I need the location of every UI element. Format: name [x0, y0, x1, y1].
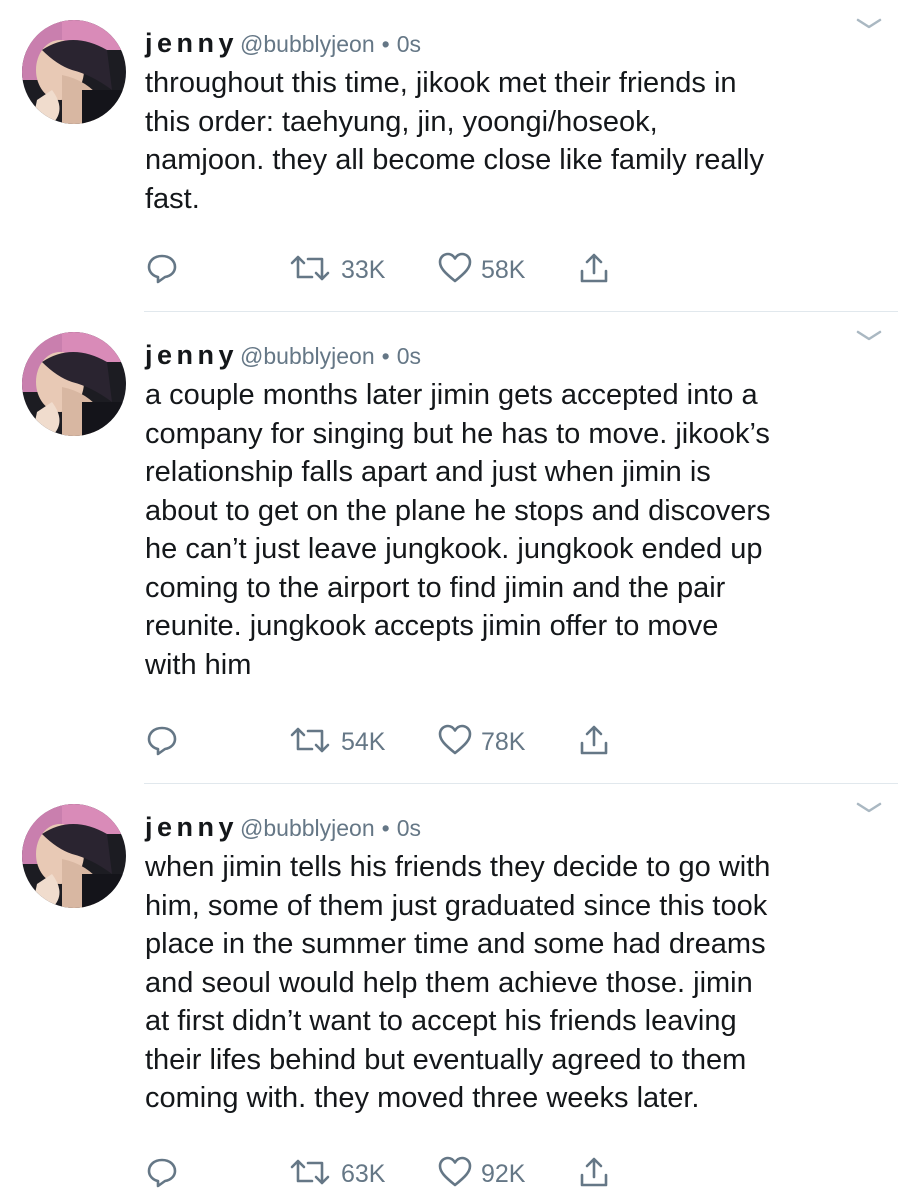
tweet-header: jenny @bubblyjeon • 0s [145, 812, 421, 846]
retweet-button[interactable]: 63K [287, 1154, 385, 1194]
tweet-text: throughout this time, jikook met their f… [145, 67, 764, 215]
like-button[interactable]: 58K [437, 250, 525, 290]
reply-icon [145, 1155, 179, 1194]
reply-icon [145, 723, 179, 762]
retweet-icon [287, 1155, 333, 1194]
share-icon [577, 251, 611, 290]
avatar[interactable] [22, 20, 126, 124]
like-count: 58K [481, 255, 526, 284]
retweet-icon [287, 251, 333, 290]
share-icon [577, 1155, 611, 1194]
share-button[interactable] [577, 1154, 611, 1194]
separator-dot: • [381, 815, 390, 841]
tweet[interactable]: jenny @bubblyjeon • 0s throughout this t… [0, 0, 898, 312]
timestamp[interactable]: 0s [397, 815, 421, 842]
like-count: 92K [481, 1159, 526, 1188]
like-button[interactable]: 92K [437, 1154, 525, 1194]
caret-down-icon[interactable] [852, 326, 886, 346]
reply-button[interactable] [145, 722, 179, 762]
share-button[interactable] [577, 722, 611, 762]
user-handle[interactable]: @bubblyjeon [240, 31, 375, 58]
avatar[interactable] [22, 332, 126, 436]
display-name[interactable]: jenny [145, 340, 238, 371]
separator-dot: • [381, 31, 390, 57]
tweet-header: jenny @bubblyjeon • 0s [145, 340, 421, 374]
tweet-actions: 54K 78K [145, 722, 645, 762]
share-button[interactable] [577, 250, 611, 290]
timestamp[interactable]: 0s [397, 343, 421, 370]
tweet-actions: 33K 58K [145, 250, 645, 290]
tweet[interactable]: jenny @bubblyjeon • 0s a couple months l… [0, 312, 898, 784]
retweet-count: 33K [341, 255, 386, 284]
separator-dot: • [381, 343, 390, 369]
tweet-actions: 63K 92K [145, 1154, 645, 1194]
retweet-button[interactable]: 54K [287, 722, 385, 762]
retweet-icon [287, 723, 333, 762]
display-name[interactable]: jenny [145, 28, 238, 59]
like-icon [437, 723, 473, 762]
retweet-count: 63K [341, 1159, 386, 1188]
timestamp[interactable]: 0s [397, 31, 421, 58]
reply-button[interactable] [145, 250, 179, 290]
tweet[interactable]: jenny @bubblyjeon • 0s when jimin tells … [0, 784, 898, 1200]
retweet-button[interactable]: 33K [287, 250, 385, 290]
user-handle[interactable]: @bubblyjeon [240, 815, 375, 842]
tweet-text: a couple months later jimin gets accepte… [145, 379, 771, 681]
caret-down-icon[interactable] [852, 798, 886, 818]
display-name[interactable]: jenny [145, 812, 238, 843]
like-count: 78K [481, 727, 526, 756]
like-icon [437, 251, 473, 290]
reply-icon [145, 251, 179, 290]
user-handle[interactable]: @bubblyjeon [240, 343, 375, 370]
avatar[interactable] [22, 804, 126, 908]
like-icon [437, 1155, 473, 1194]
share-icon [577, 723, 611, 762]
reply-button[interactable] [145, 1154, 179, 1194]
like-button[interactable]: 78K [437, 722, 525, 762]
caret-down-icon[interactable] [852, 14, 886, 34]
tweet-text: when jimin tells his friends they decide… [145, 851, 771, 1114]
retweet-count: 54K [341, 727, 386, 756]
tweet-header: jenny @bubblyjeon • 0s [145, 28, 421, 62]
